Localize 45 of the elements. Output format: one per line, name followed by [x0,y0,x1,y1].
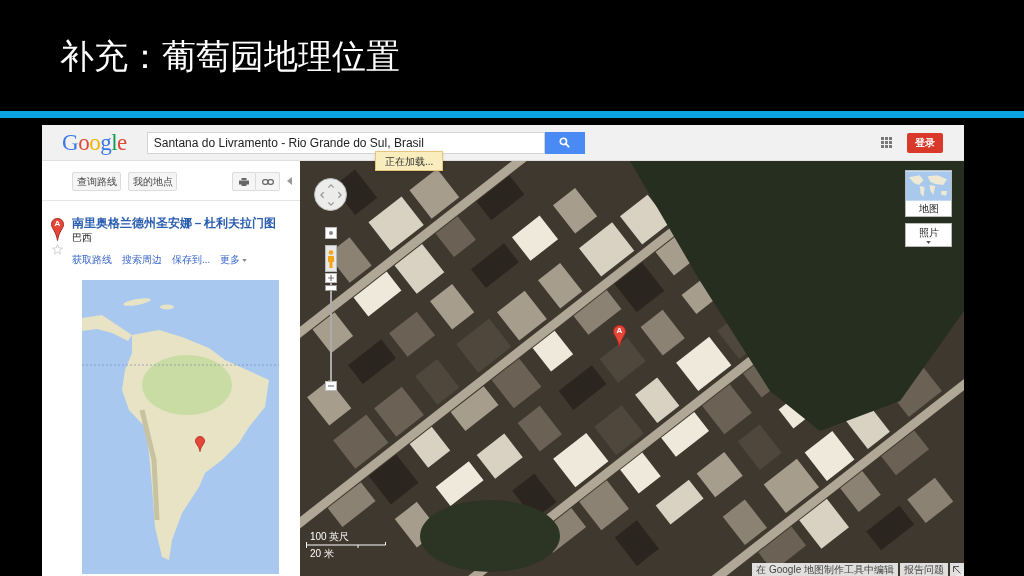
marker-label: A [54,219,61,229]
minus-icon [327,385,334,387]
dot-icon [328,231,333,235]
marker-label: A [616,326,623,336]
google-logo[interactable]: Google [62,131,127,154]
loading-notice: 正在加载... [375,151,444,171]
search-field[interactable]: Santana do Livramento - Rio Grande do Sul, Brasil [146,131,545,154]
panel-button[interactable]: 查询路线 [72,172,121,191]
plus-icon [327,275,334,281]
dropdown-caret-icon [242,258,248,262]
sign-in-button[interactable]: 登录 [907,132,943,153]
map-pin-icon [613,325,626,348]
slide-title: 补充：葡萄园地理位置 [60,38,400,73]
place-country: 巴西 [72,231,93,244]
dropdown-caret-icon [926,240,931,244]
pan-arrows-icon [319,183,342,206]
footer-link[interactable]: 报告问题 [900,563,948,576]
map-pin-icon [195,436,205,452]
place-title[interactable]: 南里奥格兰德州圣安娜－杜利夫拉门图 [72,216,276,231]
map-type-button[interactable]: 地图 [905,170,952,217]
pegman-icon [326,249,335,268]
print-icon [239,177,249,186]
photo-dropdown[interactable]: 照片 [905,223,952,247]
action-link[interactable]: 获取路线 [72,254,112,266]
apps-grid-icon[interactable] [881,137,892,148]
more-menu-link[interactable]: 更多 [220,254,248,266]
world-map-thumbnail-icon [906,171,951,201]
link-button[interactable] [256,172,280,191]
collapse-caret-icon[interactable] [287,177,292,185]
map-pin-icon [51,218,64,241]
action-link[interactable]: 保存到... [172,254,211,266]
zoom-in-button[interactable] [324,273,337,283]
search-icon [559,137,571,148]
footer-link[interactable]: 在 Google 地图制作工具中编辑 [752,563,898,576]
zoom-slider-thumb[interactable] [324,284,337,291]
search-button[interactable] [544,131,585,154]
corner-arrow-icon[interactable] [953,565,961,574]
scale-label: 100 英尺 [310,531,350,542]
panel-button[interactable]: 我的地点 [128,172,177,191]
print-button[interactable] [232,172,256,191]
zoom-out-button[interactable] [324,381,337,391]
action-link[interactable]: 搜索周边 [122,254,162,266]
star-icon[interactable] [52,244,63,255]
scale-label: 20 米 [310,548,334,559]
link-icon [261,178,274,185]
